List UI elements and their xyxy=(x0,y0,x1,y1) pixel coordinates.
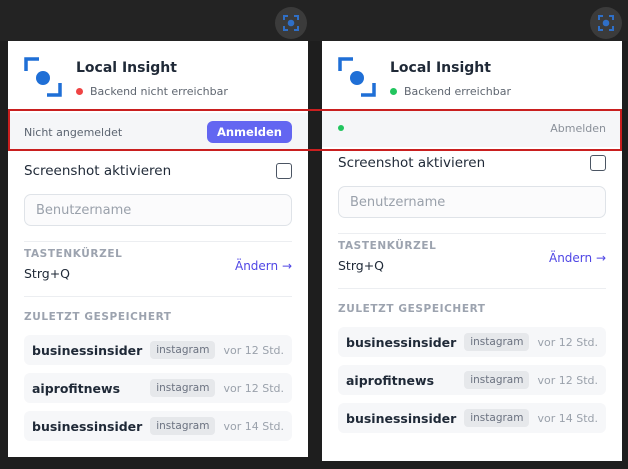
backend-status-text: Backend erreichbar xyxy=(404,85,511,98)
recent-item-name: aiprofitnews xyxy=(32,380,121,396)
platform-badge: instagram xyxy=(150,341,216,359)
recent-item-name: businessinsider xyxy=(346,410,457,426)
recent-item-time: vor 12 Std. xyxy=(223,343,284,357)
divider xyxy=(338,288,606,289)
recent-list-item[interactable]: aiprofitnews instagram vor 12 Std. xyxy=(338,365,606,395)
popup-panel-logged-in: Local Insight Backend erreichbar Abmelde… xyxy=(322,41,622,461)
divider xyxy=(338,233,606,234)
platform-badge: instagram xyxy=(150,379,216,397)
shortcut-value: Strg+Q xyxy=(338,258,385,273)
username-input[interactable]: Benutzername xyxy=(338,186,606,218)
online-dot xyxy=(338,125,344,131)
status-dot xyxy=(390,88,397,95)
recent-item-name: businessinsider xyxy=(32,418,143,434)
recent-list-item[interactable]: businessinsider instagram vor 14 Std. xyxy=(338,403,606,433)
username-input[interactable]: Benutzername xyxy=(24,194,292,226)
focus-scan-icon xyxy=(598,15,614,31)
auth-bar: Nicht angemeldet Anmelden xyxy=(8,113,308,151)
platform-badge: instagram xyxy=(464,371,530,389)
recent-section-label: ZULETZT GESPEICHERT xyxy=(24,311,172,323)
popup-header: Local Insight Backend nicht erreichbar xyxy=(24,57,228,98)
backend-status-text: Backend nicht erreichbar xyxy=(90,85,228,98)
divider xyxy=(24,296,292,297)
popup-header: Local Insight Backend erreichbar xyxy=(338,57,511,98)
screenshot-label: Screenshot aktivieren xyxy=(338,155,486,171)
recent-section-label: ZULETZT GESPEICHERT xyxy=(338,303,486,315)
app-title: Local Insight xyxy=(76,60,177,76)
focus-scan-icon xyxy=(283,15,299,31)
backend-status: Backend nicht erreichbar xyxy=(76,85,228,98)
recent-list-item[interactable]: businessinsider instagram vor 12 Std. xyxy=(24,335,292,365)
shortcut-value: Strg+Q xyxy=(24,266,71,281)
screenshot-toggle-row: Screenshot aktivieren xyxy=(24,163,292,179)
recent-item-time: vor 12 Std. xyxy=(223,381,284,395)
recent-item-time: vor 12 Std. xyxy=(537,335,598,349)
recent-item-time: vor 12 Std. xyxy=(537,373,598,387)
backend-status: Backend erreichbar xyxy=(390,85,511,98)
screenshot-label: Screenshot aktivieren xyxy=(24,163,172,179)
platform-badge: instagram xyxy=(464,409,530,427)
popup-panel-logged-out: Local Insight Backend nicht erreichbar N… xyxy=(8,41,308,457)
recent-list-item[interactable]: aiprofitnews instagram vor 12 Std. xyxy=(24,373,292,403)
screenshot-checkbox[interactable] xyxy=(276,163,292,179)
app-logo-icon xyxy=(24,57,62,97)
change-shortcut-link[interactable]: Ändern → xyxy=(549,251,606,265)
auth-status-text: Nicht angemeldet xyxy=(24,125,123,139)
recent-item-name: businessinsider xyxy=(32,342,143,358)
divider xyxy=(24,241,292,242)
status-dot xyxy=(76,88,83,95)
login-button[interactable]: Anmelden xyxy=(206,121,292,143)
recent-item-name: businessinsider xyxy=(346,334,457,350)
shortcut-section-label: TASTENKÜRZEL xyxy=(338,240,437,252)
recent-list-item[interactable]: businessinsider instagram vor 14 Std. xyxy=(24,411,292,441)
platform-badge: instagram xyxy=(464,333,530,351)
recent-item-time: vor 14 Std. xyxy=(537,411,598,425)
screenshot-toggle-row: Screenshot aktivieren xyxy=(338,155,606,171)
extension-button[interactable] xyxy=(590,7,622,39)
browser-toolbar xyxy=(0,0,628,41)
recent-item-name: aiprofitnews xyxy=(346,372,435,388)
app-logo-icon xyxy=(338,57,376,97)
recent-list-item[interactable]: businessinsider instagram vor 12 Std. xyxy=(338,327,606,357)
shortcut-section-label: TASTENKÜRZEL xyxy=(24,248,123,260)
recent-item-time: vor 14 Std. xyxy=(223,419,284,433)
screenshot-checkbox[interactable] xyxy=(590,155,606,171)
platform-badge: instagram xyxy=(150,417,216,435)
app-title: Local Insight xyxy=(390,60,491,76)
logout-button[interactable]: Abmelden xyxy=(550,122,606,135)
change-shortcut-link[interactable]: Ändern → xyxy=(235,259,292,273)
auth-bar: Abmelden xyxy=(322,109,622,147)
extension-button[interactable] xyxy=(275,7,307,39)
